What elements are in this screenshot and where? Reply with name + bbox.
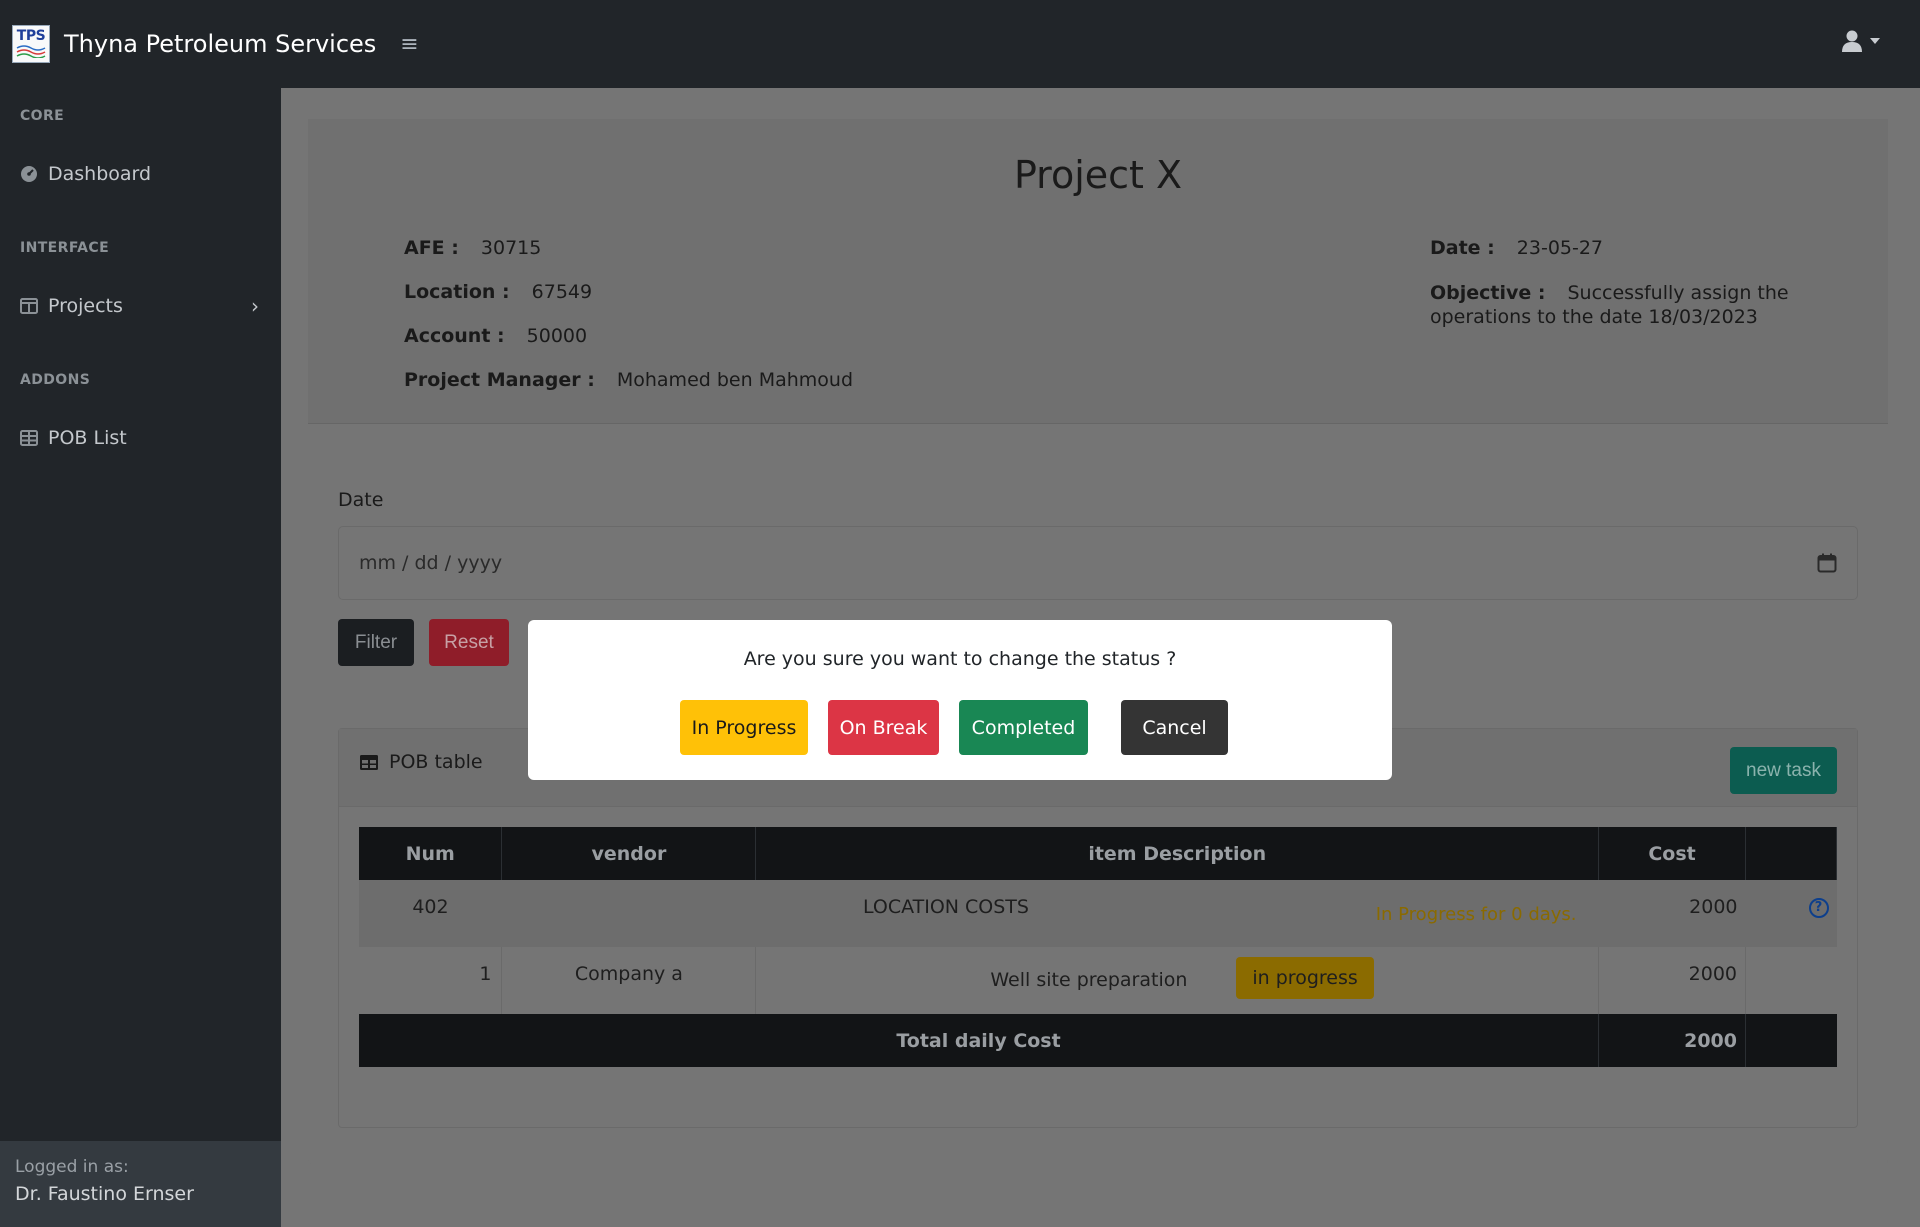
logged-in-label: Logged in as:: [15, 1157, 129, 1177]
objective-row: Objective : Successfully assign the opera…: [1430, 281, 1860, 329]
modal-question: Are you sure you want to change the stat…: [743, 648, 1177, 670]
afe-row: AFE : 30715: [404, 237, 541, 259]
column-header-actions: [1745, 827, 1837, 880]
objective-label: Objective :: [1430, 282, 1546, 304]
location-value: 67549: [531, 281, 593, 303]
account-row: Account : 50000: [404, 325, 587, 347]
project-header: Project X AFE : 30715 Location : 67549 Acc…: [308, 119, 1888, 424]
sidebar-item-dashboard[interactable]: Dashboard: [0, 154, 281, 194]
completed-button[interactable]: Completed: [959, 700, 1088, 755]
total-row: Total daily Cost 2000: [359, 1014, 1837, 1067]
help-icon[interactable]: ?: [1808, 898, 1829, 918]
date-filter-label: Date: [338, 489, 384, 511]
row-actions: [1746, 947, 1837, 1014]
new-task-button[interactable]: new task: [1730, 747, 1837, 794]
table-icon: [360, 754, 378, 770]
sidebar-heading-interface: INTERFACE: [20, 240, 110, 256]
filter-button[interactable]: Filter: [338, 619, 414, 666]
total-value: 2000: [1598, 1014, 1746, 1067]
sidebar-item-label: POB List: [48, 427, 127, 449]
caret-down-icon: [1870, 38, 1880, 44]
account-value: 50000: [526, 325, 588, 347]
column-header-description: item Description: [755, 827, 1600, 880]
app-title: Thyna Petroleum Services: [64, 30, 377, 58]
sidebar-item-projects[interactable]: Projects ›: [0, 286, 281, 326]
date-value: 23-05-27: [1516, 237, 1604, 259]
column-header-vendor: vendor: [501, 827, 757, 880]
top-navbar: TPS Thyna Petroleum Services ≡: [0, 0, 1920, 88]
sidebar-item-label: Dashboard: [48, 163, 152, 185]
column-header-cost: Cost: [1598, 827, 1746, 880]
row-description: Well site preparation: [990, 969, 1188, 991]
wave-icon: [16, 45, 46, 58]
logged-in-user: Dr. Faustino Ernser: [15, 1183, 194, 1205]
sidebar-heading-addons: ADDONS: [20, 372, 91, 388]
location-row: Location : 67549: [404, 281, 592, 303]
dashboard-icon: [20, 165, 38, 183]
table-icon: [20, 429, 38, 447]
row-num: 1: [359, 947, 503, 1014]
chevron-right-icon: ›: [251, 294, 259, 318]
location-status: In Progress for 0 days.: [1375, 904, 1577, 925]
row-description-cell: Well site preparation in progress: [755, 947, 1600, 1014]
sidebar-item-label: Projects: [48, 295, 123, 317]
location-cost: 2000: [1598, 880, 1746, 947]
date-filter-input[interactable]: mm / dd / yyyy: [338, 526, 1858, 600]
location-num: 402: [359, 880, 502, 947]
location-description: LOCATION COSTS: [862, 896, 1029, 918]
user-icon: [1842, 30, 1862, 52]
pob-table-title-text: POB table: [389, 751, 483, 773]
tps-logo: TPS: [12, 25, 50, 63]
date-placeholder: mm / dd / yyyy: [359, 552, 503, 574]
table-row: 1 Company a Well site preparation in pro…: [359, 947, 1837, 1014]
location-description-cell: LOCATION COSTS In Progress for 0 days.: [501, 880, 1599, 947]
location-row: 402 LOCATION COSTS In Progress for 0 day…: [359, 880, 1837, 947]
pob-table: Num vendor item Description Cost 402 LOC…: [359, 827, 1837, 1067]
columns-icon: [20, 297, 38, 315]
column-header-num: Num: [359, 827, 503, 880]
manager-label: Project Manager :: [404, 369, 595, 391]
afe-label: AFE :: [404, 237, 459, 259]
date-row: Date : 23-05-27: [1430, 237, 1603, 259]
table-header-row: Num vendor item Description Cost: [359, 827, 1837, 880]
sidebar-footer: Logged in as: Dr. Faustino Ernser: [0, 1141, 281, 1227]
afe-value: 30715: [480, 237, 542, 259]
status-change-modal: Are you sure you want to change the stat…: [528, 620, 1392, 780]
account-label: Account :: [404, 325, 505, 347]
project-title: Project X: [1013, 153, 1183, 197]
manager-row: Project Manager : Mohamed ben Mahmoud: [404, 369, 853, 391]
on-break-button[interactable]: On Break: [828, 700, 939, 755]
manager-value: Mohamed ben Mahmoud: [616, 369, 854, 391]
sidebar-item-pob-list[interactable]: POB List: [0, 418, 281, 458]
row-cost: 2000: [1598, 947, 1746, 1014]
brand[interactable]: TPS Thyna Petroleum Services: [12, 25, 376, 63]
location-help-cell: ?: [1745, 880, 1837, 947]
in-progress-button[interactable]: In Progress: [680, 700, 808, 755]
reset-button[interactable]: Reset: [429, 619, 509, 666]
user-menu[interactable]: [1842, 30, 1880, 52]
logo-text: TPS: [16, 28, 46, 44]
total-empty: [1745, 1014, 1837, 1067]
pob-table-card: POB table new task Num vendor item Descr…: [338, 728, 1858, 1128]
cancel-button[interactable]: Cancel: [1121, 700, 1228, 755]
sidebar: CORE Dashboard INTERFACE Projects › ADDO…: [0, 88, 281, 1227]
date-label: Date :: [1430, 237, 1495, 259]
total-label: Total daily Cost: [359, 1014, 1600, 1067]
sidebar-heading-core: CORE: [20, 108, 65, 124]
row-vendor: Company a: [501, 947, 757, 1014]
location-label: Location :: [404, 281, 510, 303]
status-badge[interactable]: in progress: [1236, 957, 1374, 999]
pob-table-title: POB table: [359, 751, 483, 773]
sidebar-toggle-icon[interactable]: ≡: [400, 32, 418, 57]
calendar-icon[interactable]: [1817, 553, 1837, 573]
